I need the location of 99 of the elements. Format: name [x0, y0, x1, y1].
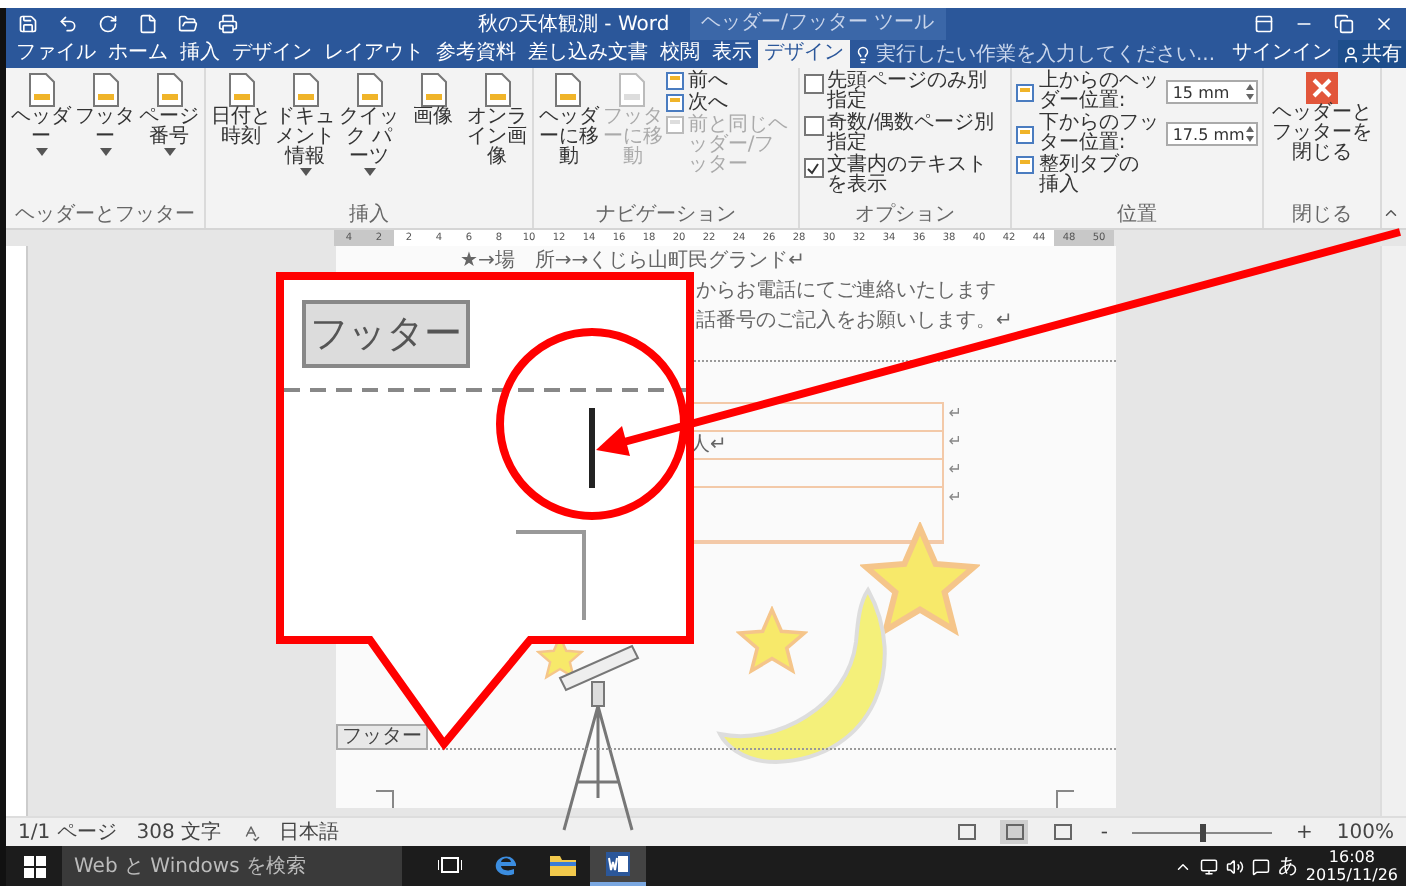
spinner-arrows-icon[interactable] — [1246, 126, 1254, 142]
zoom-level: 100% — [1336, 821, 1394, 843]
checkbox-label: 先頭ページのみ別指定 — [827, 72, 990, 112]
view-button[interactable] — [1048, 820, 1077, 844]
ribbon-button[interactable]: ドキュメント情報 — [274, 72, 336, 176]
taskbar-app[interactable] — [590, 846, 646, 886]
zoom-in-button[interactable]: + — [1292, 821, 1317, 843]
zoom-thumb[interactable] — [1200, 823, 1207, 841]
folder-icon[interactable] — [178, 14, 198, 34]
checkbox[interactable] — [803, 116, 824, 136]
collapse-icon[interactable] — [1382, 204, 1400, 222]
document-text: 話番号のご記入をお願いします。↵ — [696, 307, 1013, 336]
page-count: 1/1 ページ — [18, 820, 117, 846]
paragraph-mark: ↵ — [948, 432, 962, 450]
group-label: 位置 — [1115, 204, 1160, 228]
ribbon-tab[interactable]: ホーム — [102, 40, 174, 68]
spinner-arrows-icon[interactable] — [1246, 84, 1254, 100]
ribbon-tab[interactable]: 参考資料 — [430, 40, 522, 68]
ribbon-button[interactable]: ヘッダーに移動 — [538, 72, 600, 168]
save-icon[interactable] — [18, 14, 38, 34]
ribbon-button[interactable]: 次へ — [665, 94, 794, 114]
paragraph-mark: ↵ — [948, 404, 962, 422]
new-document-icon[interactable] — [138, 14, 158, 34]
share-button[interactable]: 共有 — [1338, 40, 1406, 68]
sign-in-link[interactable]: サインイン — [1226, 40, 1338, 68]
paragraph-mark: ↵ — [948, 460, 962, 478]
undo-icon[interactable] — [58, 14, 78, 34]
ribbon-display-icon[interactable] — [1254, 14, 1274, 34]
taskbar-search-field[interactable]: Web と Windows を検索 — [62, 846, 402, 886]
ribbon-button[interactable]: 整列タブの挿入 — [1016, 156, 1145, 196]
footer-tag: フッター — [336, 724, 428, 750]
checkbox-label: 奇数/偶数ページ別指定 — [827, 114, 997, 154]
page-icon — [665, 94, 684, 112]
windows-logo-icon — [23, 855, 45, 877]
page-icon — [665, 116, 684, 134]
page-icon — [1016, 125, 1035, 143]
zoom-out-button[interactable]: - — [1096, 821, 1113, 843]
proofing-icon[interactable] — [241, 823, 260, 841]
callout-label: フッター — [302, 300, 470, 368]
page-icon — [1016, 83, 1035, 101]
group-label: ヘッダーとフッター — [13, 204, 197, 228]
ribbon-button[interactable]: 日付と時刻 — [210, 72, 272, 148]
ribbon-tab[interactable]: 挿入 — [174, 40, 226, 68]
document-text: ★→場 所→→くじら山町民グランド↵ — [460, 247, 805, 276]
clock[interactable]: 16:08 2015/11/26 — [1305, 848, 1398, 884]
group-label: ナビゲーション — [593, 204, 738, 228]
group-label: 挿入 — [347, 204, 391, 228]
star-drawing — [860, 522, 980, 642]
notification-icon[interactable] — [1251, 857, 1270, 875]
ribbon-tab[interactable]: ファイル — [10, 40, 102, 68]
close-header-footer-button[interactable]: ヘッダーとフッターを閉じる — [1268, 72, 1376, 164]
checkbox[interactable] — [803, 74, 824, 94]
ribbon-button[interactable]: オンライン画像 — [466, 72, 528, 168]
ribbon-tab[interactable]: レイアウト — [318, 40, 430, 68]
network-icon[interactable] — [1199, 857, 1218, 875]
ribbon-tab[interactable]: 校閲 — [654, 40, 706, 68]
ribbon-button[interactable]: 前へ — [665, 72, 794, 92]
ribbon-button[interactable]: フッター — [74, 72, 136, 156]
word-count: 308 文字 — [136, 819, 222, 846]
group-label: オプション — [852, 204, 957, 228]
ribbon-tab[interactable]: デザイン — [226, 40, 318, 68]
tell-me-field[interactable]: 実行したい作業を入力してください... — [854, 40, 1216, 68]
group-label: 閉じる — [1290, 204, 1354, 228]
view-button[interactable] — [1000, 820, 1029, 844]
ribbon-button[interactable]: クイック パーツ — [338, 72, 400, 176]
close-icon[interactable] — [1374, 14, 1394, 34]
browser-icon — [494, 852, 518, 876]
star-drawing — [736, 606, 808, 678]
checkbox[interactable] — [803, 158, 824, 178]
window-title: 秋の天体観測 - Word — [478, 11, 670, 38]
corner-mark — [376, 790, 394, 808]
view-button[interactable] — [952, 820, 981, 844]
volume-icon[interactable] — [1225, 857, 1244, 875]
page-icon — [1016, 156, 1035, 174]
field-label: 下からのフッター位置: — [1038, 114, 1161, 154]
field-label: 上からのヘッダー位置: — [1038, 72, 1161, 112]
paragraph-mark: ↵ — [948, 488, 962, 506]
ime-indicator[interactable]: あ — [1277, 852, 1298, 880]
folder-icon — [549, 853, 575, 875]
ribbon-tab[interactable]: 表示 — [706, 40, 758, 68]
corner-mark — [1056, 790, 1074, 808]
word-app-icon — [606, 852, 630, 876]
spin-field[interactable]: 15 mm — [1166, 80, 1258, 104]
ribbon-tab[interactable]: デザイン — [758, 40, 850, 68]
task-view-icon — [438, 855, 462, 873]
person-icon — [1342, 45, 1360, 63]
ribbon-button[interactable]: 画像 — [402, 72, 464, 128]
checkbox-label: 文書内のテキストを表示 — [827, 156, 990, 196]
document-text: からお電話にてご連絡いたします — [696, 277, 996, 306]
printer-icon[interactable] — [218, 14, 238, 34]
lightbulb-icon — [854, 45, 872, 63]
restore-icon[interactable] — [1334, 14, 1354, 34]
spin-field[interactable]: 17.5 mm — [1166, 122, 1258, 146]
language: 日本語 — [279, 819, 340, 846]
ribbon-button[interactable]: ページ番号 — [138, 72, 200, 156]
redo-icon[interactable] — [98, 14, 118, 34]
ribbon-tab[interactable]: 差し込み文書 — [522, 40, 654, 68]
ribbon-button[interactable]: ヘッダー — [10, 72, 72, 156]
context-title: ヘッダー/フッター ツール — [689, 8, 947, 40]
